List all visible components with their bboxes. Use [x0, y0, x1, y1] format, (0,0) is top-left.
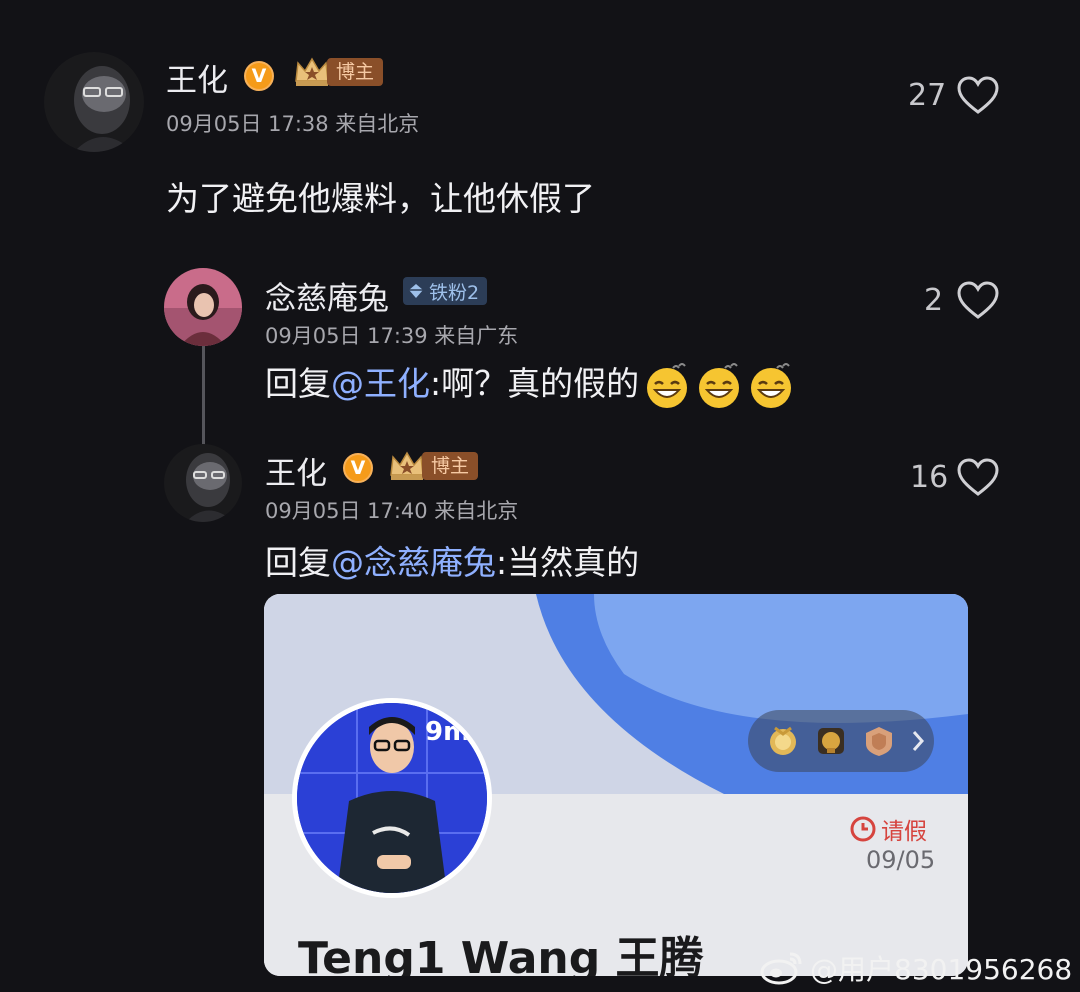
weibo-logo	[760, 952, 802, 985]
watermark: @用户8301956268	[760, 948, 1072, 988]
comment-1: 王化 V 博主 09月05日 17:38 来自北京 27 为了避免他爆料，让他休…	[0, 0, 1080, 230]
avatar[interactable]	[164, 268, 242, 346]
crest-icon	[866, 727, 892, 756]
comment-text: 回复@念慈庵兔:当然真的	[265, 536, 639, 584]
watermark-text: @用户8301956268	[810, 953, 1073, 986]
attached-image[interactable]: 9ms 请假 09/05 Teng1 Wang 王腾	[264, 594, 968, 976]
reply-body: :当然真的	[496, 543, 640, 582]
comment-text: 回复@王化:啊？真的假的	[265, 357, 795, 410]
badge-strip[interactable]	[748, 710, 934, 772]
crown-icon	[295, 57, 329, 86]
commenter-name[interactable]: 念慈庵兔	[265, 273, 389, 318]
crown-icon	[390, 451, 424, 480]
grinning-sweat-emoji	[647, 362, 688, 408]
avatar-overlay-text: 9ms	[425, 717, 486, 747]
avatar[interactable]	[164, 444, 242, 522]
profile-avatar[interactable]: 9ms	[292, 698, 492, 898]
reply-prefix: 回复	[265, 364, 331, 403]
grinning-sweat-emoji	[699, 362, 740, 408]
grinning-sweat-emoji	[751, 362, 792, 408]
profile-name: Teng1 Wang 王腾	[298, 933, 704, 976]
comment-timestamp: 09月05日 17:39 来自广东	[265, 324, 519, 348]
comment-timestamp: 09月05日 17:38 来自北京	[166, 112, 420, 136]
commenter-name[interactable]: 王化	[265, 448, 327, 493]
blogger-badge[interactable]: 博主	[388, 451, 479, 480]
verified-badge: V	[244, 61, 274, 91]
comment-text: 为了避免他爆料，让他休假了	[166, 179, 595, 218]
avatar[interactable]	[44, 52, 144, 152]
reply-1: 念慈庵兔 铁粉2 09月05日 17:39 来自广东 2 回复@王化:啊？真的假…	[0, 255, 1080, 425]
diamond-icon	[409, 284, 423, 298]
reply-body: :啊？真的假的	[430, 364, 640, 403]
leave-status: 请假	[849, 812, 927, 846]
like-count: 2	[924, 283, 944, 318]
leave-label: 请假	[881, 819, 927, 845]
like-count: 27	[908, 78, 947, 113]
heart-icon[interactable]	[956, 280, 1000, 320]
verified-badge: V	[343, 453, 373, 483]
fan-badge[interactable]: 铁粉2	[403, 277, 488, 305]
commenter-name[interactable]: 王化	[166, 55, 228, 100]
leave-date: 09/05	[866, 846, 936, 874]
like-count: 16	[910, 460, 949, 495]
reply-2: 王化 V 博主 09月05日 17:40 来自北京 16 回复@念慈庵兔:当然真…	[0, 440, 1080, 590]
mention-link[interactable]: @王化	[331, 364, 430, 403]
clock-icon	[850, 816, 876, 842]
heart-icon[interactable]	[956, 75, 1000, 115]
trophy-icon	[818, 728, 844, 754]
reply-prefix: 回复	[265, 543, 331, 582]
heart-icon[interactable]	[956, 457, 1000, 497]
mention-link[interactable]: @念慈庵兔	[331, 543, 496, 582]
comment-timestamp: 09月05日 17:40 来自北京	[265, 499, 519, 523]
blogger-badge[interactable]: 博主	[293, 57, 384, 86]
chevron-right-icon	[912, 731, 925, 751]
medal-icon	[770, 726, 796, 755]
